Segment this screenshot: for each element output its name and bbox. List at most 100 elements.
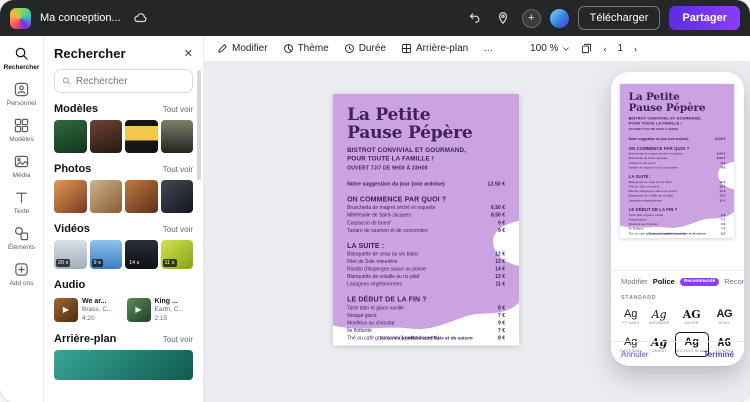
cancel-button[interactable]: Annuler	[621, 350, 649, 359]
background-see-all-link[interactable]: Tout voir	[163, 335, 193, 344]
panel-scrollbar[interactable]	[197, 70, 201, 180]
rail-item-media[interactable]: Média	[0, 149, 44, 185]
person-icon	[14, 82, 29, 97]
font-option[interactable]: Ag PT Sans	[618, 304, 643, 329]
duration-tool-button[interactable]: Durée	[344, 43, 386, 54]
mobile-preview: La Petite Pause Pépère BISTROT CONVIVIAL…	[611, 72, 744, 366]
close-icon[interactable]: ✕	[184, 47, 193, 60]
video-duration-badge: 11 s	[162, 259, 177, 267]
pages-icon	[582, 43, 592, 54]
menu-suggestion-row: Notre suggestion du jour (voir ardoise) 1…	[628, 137, 726, 141]
poster-hours: OUVERT 7J/7 DE 9H00 À 23H00	[628, 127, 679, 132]
user-avatar[interactable]	[549, 8, 569, 28]
search-input-box[interactable]	[54, 69, 193, 93]
phone-tab-recommandations[interactable]: Recommandations	[724, 277, 744, 286]
canvas-page[interactable]: La Petite Pause Pépère BISTROT CONVIVIAL…	[333, 94, 520, 346]
zoom-control[interactable]: 100 %	[530, 43, 570, 54]
video-duration-badge: 9 s	[91, 259, 103, 267]
poster-subtitle: BISTROT CONVIVIAL ET GOURMAND, POUR TOUT…	[628, 116, 702, 126]
undo-icon[interactable]	[464, 8, 484, 28]
audio-track-card[interactable]: ▶ King ... Earth, C... 2:15	[126, 297, 194, 323]
template-thumbnail[interactable]	[54, 120, 87, 153]
pages-view-button[interactable]	[581, 43, 592, 54]
phone-footer: Annuler Terminé	[611, 341, 744, 366]
sidebar-rail: Rechercher Personnel Modèles Média Texte…	[0, 36, 44, 402]
rail-item-personnel[interactable]: Personnel	[0, 77, 44, 113]
download-button[interactable]: Télécharger	[577, 6, 661, 30]
next-page-button[interactable]: ›	[634, 44, 637, 54]
menu-item-row: Bruschetta de magret séché et roquette 6,…	[347, 205, 506, 211]
phone-poster-slot[interactable]: La Petite Pause Pépère BISTROT CONVIVIAL…	[620, 84, 734, 238]
video-thumbnail[interactable]: 11 s	[160, 240, 193, 269]
prev-page-button[interactable]: ‹	[603, 44, 606, 54]
videos-section-title: Vidéos	[54, 223, 90, 235]
menu-section-heading: ON COMMENCE PAR QUOI ?	[347, 195, 447, 204]
rail-item-modeles[interactable]: Modèles	[0, 113, 44, 149]
videos-thumbnails: 20 s 9 s 14 s 11 s	[54, 240, 193, 269]
invite-member-button[interactable]: +	[521, 8, 541, 28]
menu-item-row: Tartare de saumon et de concombre 9 €	[628, 165, 726, 170]
share-button[interactable]: Partager	[669, 6, 740, 30]
edit-tool-button[interactable]: Modifier	[217, 43, 268, 54]
play-icon[interactable]: ▶	[54, 298, 78, 322]
video-thumbnail[interactable]: 9 s	[89, 240, 122, 269]
template-thumbnail[interactable]	[125, 120, 158, 153]
done-button[interactable]: Terminé	[703, 350, 734, 359]
rail-item-elements[interactable]: Éléments	[0, 221, 44, 257]
canva-logo[interactable]	[10, 7, 31, 29]
menu-item-row: Blanquette de veau au vin blanc 12 €	[628, 180, 726, 184]
media-image-icon	[14, 155, 29, 168]
rail-item-rechercher[interactable]: Rechercher	[0, 41, 44, 77]
photo-thumbnail[interactable]	[125, 180, 158, 213]
search-input[interactable]	[75, 75, 185, 87]
search-panel: Rechercher ✕ Modèles Tout voir Photos To…	[44, 36, 204, 402]
menu-item-row: Tarte tatin et glace vanille 8 €	[628, 213, 726, 217]
menu-item-row: Moelleux au chocolat 9 €	[347, 320, 506, 326]
position-pin-icon[interactable]	[493, 8, 513, 28]
background-thumbnail[interactable]	[54, 349, 193, 380]
poster-content: La Petite Pause Pépère BISTROT CONVIVIAL…	[333, 94, 519, 346]
menu-section-heading: ON COMMENCE PAR QUOI ?	[628, 145, 690, 151]
audio-track-card[interactable]: ▶ We ar... Brass, C... 4:20	[54, 297, 121, 323]
search-icon	[62, 77, 71, 85]
photo-thumbnail[interactable]	[54, 180, 87, 213]
templates-grid-icon	[14, 118, 29, 133]
standard-label: STANDARD	[621, 295, 657, 301]
addons-plus-icon	[15, 263, 28, 276]
menu-item-row: Blanquette de veau au vin blanc 12 €	[347, 251, 506, 257]
more-options-button[interactable]: …	[483, 43, 493, 54]
background-tool-button[interactable]: Arrière-plan	[401, 43, 468, 54]
canva-editor-window: Ma conception... + Télécharger Partager …	[0, 0, 750, 402]
menu-section-heading: LE DÉBUT DE LA FIN ?	[628, 207, 678, 213]
font-option[interactable]: AG Arial	[712, 304, 737, 329]
theme-tool-button[interactable]: Thème	[283, 43, 329, 54]
rail-item-addons[interactable]: Add ons	[0, 257, 44, 293]
photos-see-all-link[interactable]: Tout voir	[163, 165, 193, 174]
photo-thumbnail[interactable]	[160, 180, 193, 213]
menu-poster[interactable]: La Petite Pause Pépère BISTROT CONVIVIAL…	[333, 94, 520, 346]
video-thumbnail[interactable]: 14 s	[125, 240, 158, 269]
menu-item-row: Blanquette de volaille au riz pilaf 13 €	[628, 194, 726, 198]
photos-thumbnails	[54, 180, 193, 213]
rail-item-texte[interactable]: Texte	[0, 185, 44, 221]
play-icon[interactable]: ▶	[127, 298, 151, 322]
phone-tab-modifier[interactable]: Modifier	[621, 277, 648, 286]
modeles-thumbnails	[54, 120, 193, 153]
font-option[interactable]: Ag Agrandir	[646, 304, 671, 329]
modeles-see-all-link[interactable]: Tout voir	[163, 105, 193, 114]
document-title[interactable]: Ma conception...	[40, 12, 121, 24]
videos-see-all-link[interactable]: Tout voir	[163, 225, 193, 234]
panel-title: Rechercher	[54, 46, 126, 61]
video-thumbnail[interactable]: 20 s	[54, 240, 87, 269]
font-option[interactable]: AG Anton	[675, 304, 709, 329]
modeles-section-title: Modèles	[54, 103, 99, 115]
menu-item-row: Risotto d'Asperges sauce au poivre 14 €	[628, 189, 726, 193]
template-thumbnail[interactable]	[89, 120, 122, 153]
template-thumbnail[interactable]	[160, 120, 193, 153]
poster-hours: OUVERT 7J/7 DE 9H00 À 23H00	[347, 165, 428, 171]
menu-poster[interactable]: La Petite Pause Pépère BISTROT CONVIVIAL…	[620, 84, 734, 238]
phone-tab-police[interactable]: Police	[653, 277, 675, 286]
photo-thumbnail[interactable]	[89, 180, 122, 213]
search-icon	[15, 47, 28, 60]
menu-item-row: Millefeuille de Saint-Jacques 8,50 €	[628, 156, 726, 161]
